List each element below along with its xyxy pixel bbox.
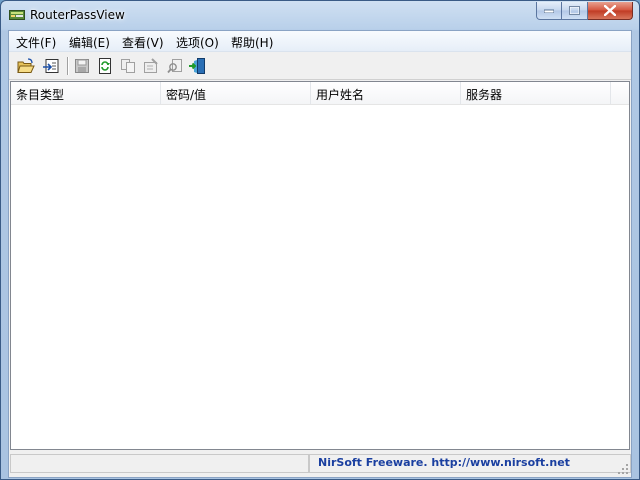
column-password[interactable]: 密码/值 <box>161 82 311 104</box>
menu-options[interactable]: 选项(O) <box>176 34 219 51</box>
app-window: RouterPassView 文件(F) 编辑(E) 查看(V) 选项(O) 帮… <box>0 0 640 480</box>
client-area: 文件(F) 编辑(E) 查看(V) 选项(O) 帮助(H) 条目类型 密码/值 … <box>8 30 632 478</box>
column-entry-type[interactable]: 条目类型 <box>11 82 161 104</box>
header-divider <box>11 104 629 105</box>
open-config-button[interactable] <box>41 56 61 76</box>
properties-button[interactable] <box>141 56 161 76</box>
menu-edit[interactable]: 编辑(E) <box>69 34 110 51</box>
menu-view[interactable]: 查看(V) <box>122 34 164 51</box>
nirsoft-link[interactable]: NirSoft Freeware. http://www.nirsoft.net <box>318 456 570 469</box>
find-icon <box>167 59 182 74</box>
minimize-icon <box>544 9 554 13</box>
column-user-name[interactable]: 用户姓名 <box>311 82 461 104</box>
open-config-icon <box>43 59 59 73</box>
properties-icon <box>144 58 158 73</box>
maximize-button[interactable] <box>562 2 588 20</box>
resize-grip-icon[interactable] <box>617 463 629 475</box>
status-bar: NirSoft Freeware. http://www.nirsoft.net <box>9 452 631 477</box>
results-list[interactable]: 条目类型 密码/值 用户姓名 服务器 <box>10 81 630 450</box>
copy-icon <box>121 59 135 73</box>
minimize-button[interactable] <box>536 2 562 20</box>
window-title: RouterPassView <box>30 8 125 22</box>
exit-button[interactable] <box>187 56 207 76</box>
menu-file[interactable]: 文件(F) <box>16 34 56 51</box>
maximize-icon <box>569 6 580 15</box>
open-folder-icon <box>17 58 35 73</box>
save-icon <box>75 59 89 73</box>
copy-button[interactable] <box>118 56 138 76</box>
column-server[interactable]: 服务器 <box>461 82 611 104</box>
refresh-icon <box>99 58 111 74</box>
open-folder-button[interactable] <box>16 56 36 76</box>
menu-bar: 文件(F) 编辑(E) 查看(V) 选项(O) 帮助(H) <box>9 31 631 52</box>
close-icon <box>604 5 616 16</box>
list-header: 条目类型 密码/值 用户姓名 服务器 <box>11 82 629 104</box>
window-controls <box>536 2 633 20</box>
column-filler <box>611 82 629 104</box>
exit-icon <box>189 58 205 74</box>
find-button[interactable] <box>165 56 185 76</box>
menu-help[interactable]: 帮助(H) <box>231 34 273 51</box>
refresh-button[interactable] <box>95 56 115 76</box>
toolbar <box>9 52 631 80</box>
status-pane-count <box>10 454 309 473</box>
app-icon <box>9 8 25 22</box>
toolbar-separator <box>67 57 69 75</box>
close-button[interactable] <box>588 2 633 20</box>
title-bar[interactable]: RouterPassView <box>1 1 639 30</box>
save-button[interactable] <box>72 56 92 76</box>
